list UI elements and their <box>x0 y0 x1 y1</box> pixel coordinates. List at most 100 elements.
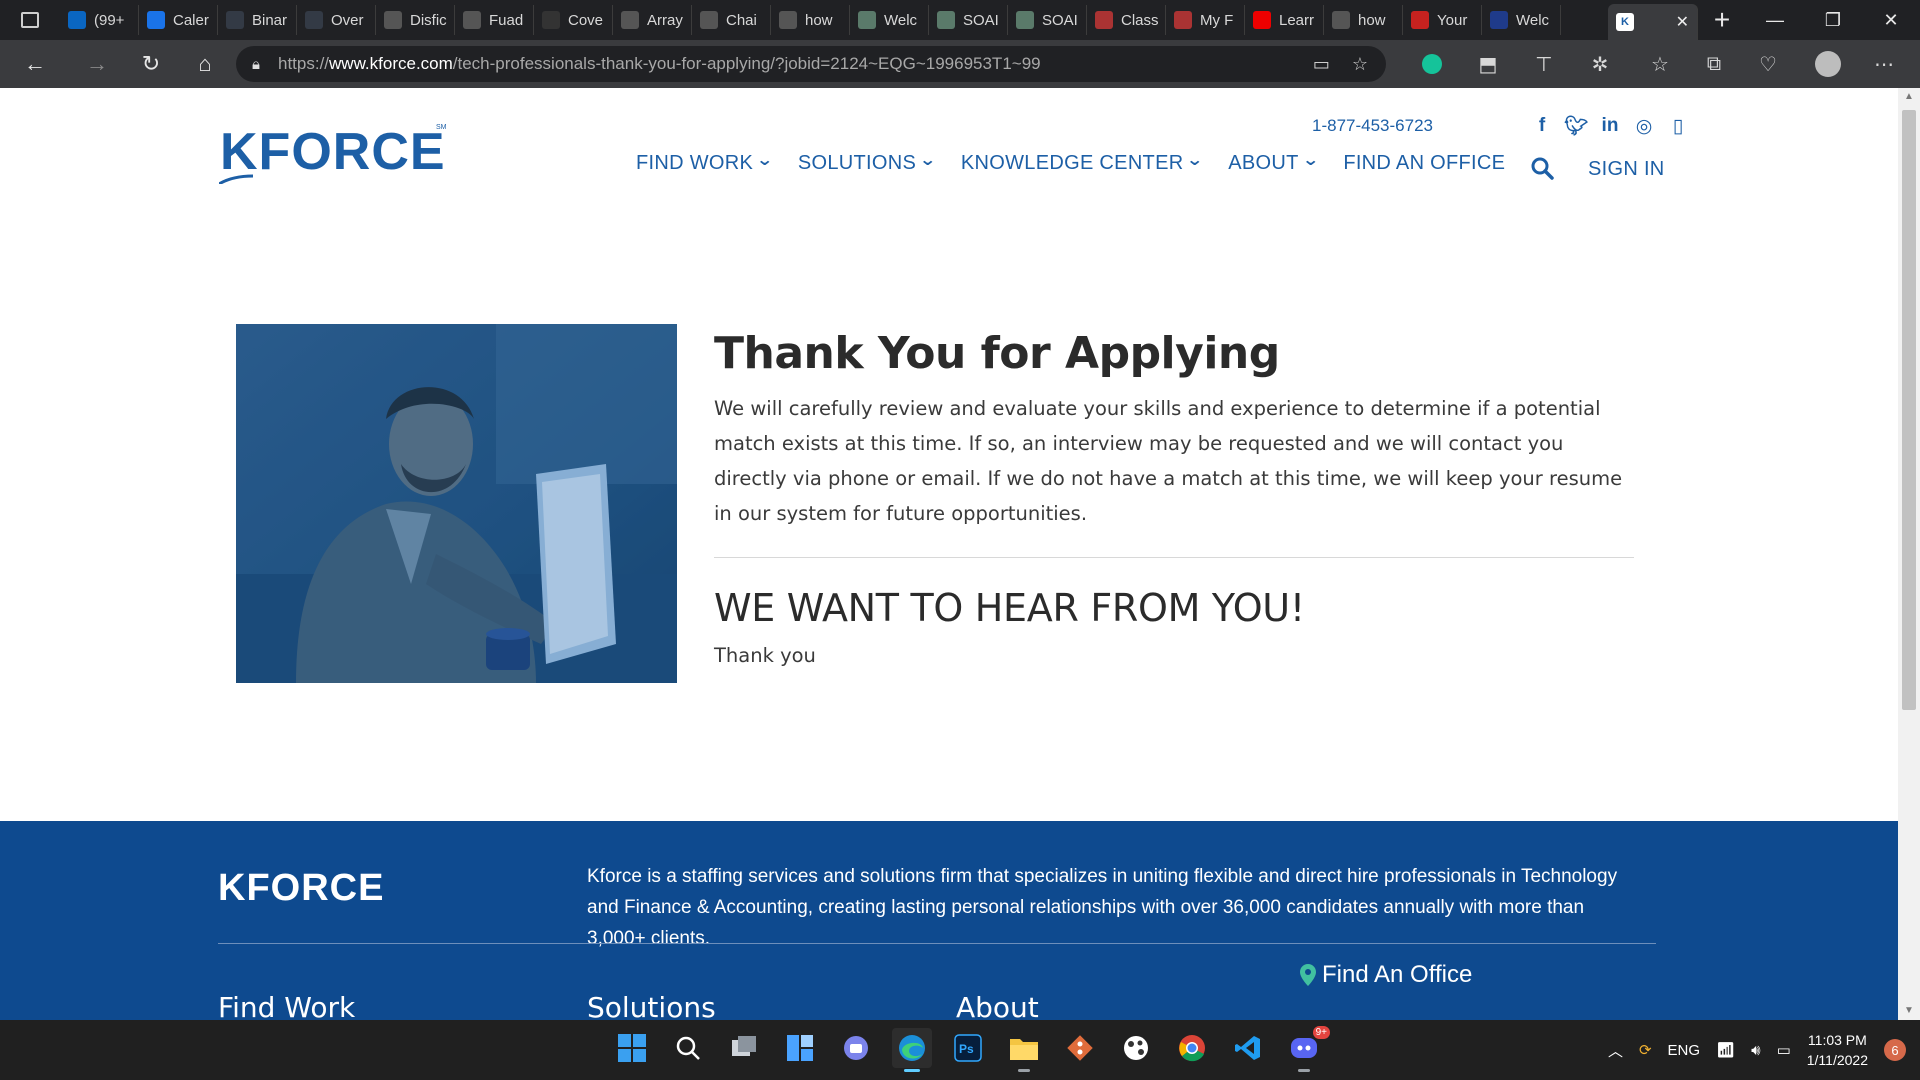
battery-icon[interactable]: ▭ <box>1777 1041 1791 1059</box>
minimize-button[interactable]: — <box>1746 0 1804 40</box>
mobile-app-icon[interactable]: ▯ <box>1666 115 1690 138</box>
collections-icon[interactable]: ⧉ <box>1694 40 1734 88</box>
linkedin-icon[interactable]: in <box>1598 115 1622 137</box>
nav-item-find-an-office[interactable]: FIND AN OFFICE <box>1343 152 1505 175</box>
chevron-down-icon: ⌄ <box>919 151 937 169</box>
task-view-icon[interactable] <box>724 1028 764 1068</box>
vscode-icon[interactable] <box>1228 1028 1268 1068</box>
widgets-icon[interactable] <box>780 1028 820 1068</box>
tab-actions-icon <box>21 12 39 28</box>
browser-tab[interactable]: Disfic <box>376 5 455 35</box>
nav-item-solutions[interactable]: SOLUTIONS ⌄ <box>798 151 937 175</box>
volume-icon[interactable]: 🔊︎ <box>1751 1042 1760 1059</box>
home-button[interactable]: ⌂ <box>178 40 232 88</box>
edge-icon[interactable] <box>892 1028 932 1072</box>
file-explorer-icon[interactable] <box>1004 1028 1044 1072</box>
tab-label: Your <box>1437 11 1468 29</box>
profile-avatar[interactable] <box>1808 40 1848 88</box>
close-window-button[interactable]: ✕ <box>1862 0 1920 40</box>
clock[interactable]: 11:03 PM 1/11/2022 <box>1807 1030 1868 1070</box>
browser-tab[interactable]: Welc <box>850 5 929 35</box>
browser-tab[interactable]: Chai <box>692 5 771 35</box>
footer-logo[interactable]: KFORCE <box>218 867 384 910</box>
divider <box>714 557 1634 558</box>
scrollbar-thumb[interactable] <box>1902 110 1916 710</box>
back-button[interactable]: ← <box>0 40 70 88</box>
footer-heading-solutions[interactable]: Solutions <box>587 991 716 1020</box>
reader-view-icon[interactable]: ▭ <box>1313 54 1330 75</box>
facebook-icon[interactable]: f <box>1530 115 1554 137</box>
browser-tab[interactable]: Your <box>1403 5 1482 35</box>
browser-tab[interactable]: Cove <box>534 5 613 35</box>
tab-label: Cove <box>568 11 604 29</box>
nav-item-find-work[interactable]: FIND WORK ⌄ <box>636 152 774 175</box>
browser-essentials-icon[interactable]: ♡ <box>1748 40 1788 88</box>
sync-icon[interactable]: ⟳ <box>1639 1041 1652 1059</box>
chrome-icon[interactable] <box>1172 1028 1212 1068</box>
grammarly-extension-icon[interactable] <box>1412 40 1452 88</box>
s-icon <box>937 11 955 29</box>
tab-active[interactable]: K ✕ <box>1608 4 1698 40</box>
kforce-logo[interactable]: KFORCE <box>220 122 446 182</box>
footer-find-office-link[interactable]: Find An Office <box>1300 961 1472 989</box>
running-indicator <box>1298 1069 1310 1072</box>
refresh-button[interactable]: ↻ <box>124 40 178 88</box>
browser-tab[interactable]: Fuad <box>455 5 534 35</box>
forward-button[interactable]: → <box>70 40 124 88</box>
footer-heading-about[interactable]: About <box>956 991 1039 1020</box>
chat-icon[interactable] <box>836 1028 876 1068</box>
extension-icon[interactable]: ⬒ <box>1468 40 1508 88</box>
browser-tab[interactable]: how <box>1324 5 1403 35</box>
search-icon[interactable] <box>668 1028 708 1068</box>
show-hidden-icons-icon[interactable]: ︿ <box>1608 1040 1623 1061</box>
twitter-icon[interactable]: 🐦︎ <box>1564 114 1588 138</box>
wifi-icon[interactable]: 📶︎ <box>1716 1041 1735 1059</box>
notification-badge[interactable]: 6 <box>1884 1039 1906 1061</box>
browser-tab[interactable]: Caler <box>139 5 218 35</box>
tab-label: how <box>805 11 833 29</box>
scroll-up-icon[interactable]: ▲ <box>1898 88 1920 106</box>
browser-tab[interactable]: SOAI <box>929 5 1008 35</box>
footer-heading-find-work[interactable]: Find Work <box>218 991 355 1020</box>
phone-number[interactable]: 1-877-453-6723 <box>1312 116 1433 136</box>
running-indicator <box>1018 1069 1030 1072</box>
sign-in-link[interactable]: SIGN IN <box>1588 158 1665 181</box>
nav-item-knowledge-center[interactable]: KNOWLEDGE CENTER ⌄ <box>961 152 1204 175</box>
windows-start-icon[interactable] <box>612 1028 652 1068</box>
language-indicator[interactable]: ENG <box>1668 1042 1701 1059</box>
scroll-down-icon[interactable]: ▼ <box>1898 1002 1920 1020</box>
logo-swoosh-icon <box>219 174 253 184</box>
browser-tab[interactable]: My F <box>1166 5 1245 35</box>
tab-label: Welc <box>884 11 918 29</box>
paint-icon[interactable] <box>1116 1028 1156 1068</box>
tab-actions-button[interactable] <box>0 0 60 40</box>
favorites-icon[interactable]: ☆ <box>1640 40 1680 88</box>
discord-icon[interactable]: 9+ <box>1284 1026 1330 1072</box>
pdf-icon <box>1174 11 1192 29</box>
browser-tab[interactable]: how <box>771 5 850 35</box>
browser-tab[interactable]: Array <box>613 5 692 35</box>
browser-tab[interactable]: SOAI <box>1008 5 1087 35</box>
add-favorite-icon[interactable]: ☆ <box>1352 54 1368 75</box>
browser-tab[interactable]: Welc <box>1482 5 1561 35</box>
page-scrollbar[interactable]: ▲ ▼ <box>1898 88 1920 1020</box>
window-controls: — ❐ ✕ <box>1746 0 1920 40</box>
more-menu-icon[interactable]: ⋯ <box>1864 40 1904 88</box>
extensions-puzzle-icon[interactable]: ✲ <box>1580 40 1620 88</box>
browser-tab[interactable]: Binar <box>218 5 297 35</box>
extension-icon[interactable]: ⊤ <box>1524 40 1564 88</box>
browser-tab[interactable]: Class <box>1087 5 1166 35</box>
new-tab-button[interactable]: + <box>1698 4 1746 36</box>
browser-tab[interactable]: Learr <box>1245 5 1324 35</box>
instagram-icon[interactable]: ◎ <box>1632 115 1656 138</box>
address-bar[interactable]: 🔒︎ https://www.kforce.com/tech-professio… <box>236 46 1386 82</box>
nav-item-about[interactable]: ABOUT ⌄ <box>1228 152 1319 175</box>
browser-tab[interactable]: Over <box>297 5 376 35</box>
nav-item-label: FIND AN OFFICE <box>1343 152 1506 174</box>
photoshop-icon[interactable]: Ps <box>948 1028 988 1068</box>
close-tab-icon[interactable]: ✕ <box>1676 12 1689 32</box>
git-icon[interactable] <box>1060 1028 1100 1068</box>
search-icon[interactable] <box>1530 156 1554 180</box>
browser-tab[interactable]: (99+ <box>60 5 139 35</box>
restore-button[interactable]: ❐ <box>1804 0 1862 40</box>
